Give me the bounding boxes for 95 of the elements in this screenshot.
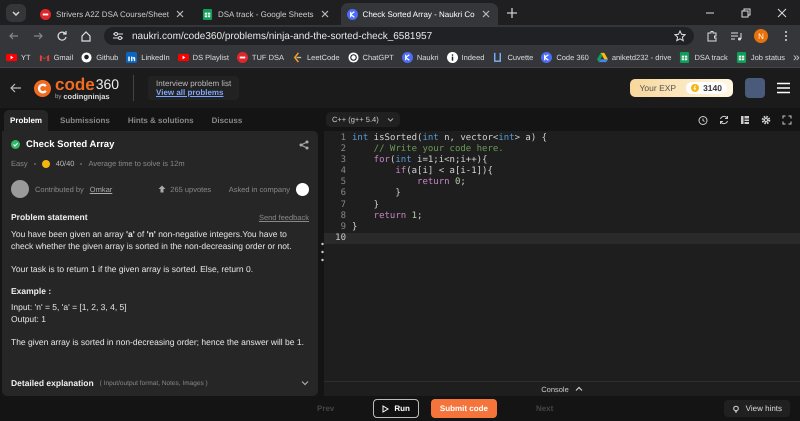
menu-icon[interactable] [777,82,790,94]
spreadsheet-icon [736,52,747,62]
refresh-icon[interactable] [719,114,729,124]
back-arrow-icon[interactable] [10,82,22,94]
code-line: } [394,188,401,200]
example-explanation: The given array is sorted in non-decreasing order; hence the answer will be 1. [11,336,305,348]
line-number: 7 [340,200,347,211]
reload-icon[interactable] [56,30,68,42]
upvote-arrow-icon [158,185,166,193]
play-icon [178,52,189,62]
statement-heading: Problem statement [11,212,88,222]
logo-icon [34,80,51,96]
browser-tab[interactable]: DSA track - Google Sheets [196,3,337,25]
new-tab-icon[interactable] [506,6,518,18]
run-button[interactable]: Run [373,399,419,418]
line-number: 10 [334,232,347,244]
line-number: 3 [340,155,347,166]
problem-tab[interactable]: Problem [4,110,48,131]
code-line: if(a[i] < a[i-1]){ [394,166,493,177]
problem-tab[interactable]: Submissions [54,110,116,131]
example-line: Output: 1 [11,313,47,325]
browser-tab[interactable]: Strivers A2Z DSA Course/Sheet [34,3,192,25]
code-line: } [372,200,380,211]
tab-search-button[interactable] [6,4,26,22]
brand-number: 360 [96,77,120,92]
lightbulb-icon [732,404,740,412]
badge-icon [236,52,248,62]
brand-name: code [55,76,95,93]
statement-paragraph: You have been given an array 'a' of 'n' non-negative integers.You have to check whether the given array is sorted in the non-decreasing order or not. [11,228,293,252]
example-line: Input: 'n' = 5, 'a' = [1, 2, 3, 4, 5] [11,301,128,313]
puzzle-icon[interactable] [706,30,718,42]
chevron-up-icon [574,385,583,393]
triangle-icon [596,52,608,62]
play-icon [6,52,17,62]
view-all-link[interactable]: View all problems [156,88,224,97]
line-number: 5 [340,177,347,188]
problem-tab[interactable]: Discuss [206,110,248,131]
forward-arrow-icon[interactable] [32,30,44,42]
coin-icon [42,160,50,168]
spreadsheet-icon [679,52,690,62]
play-icon [382,404,390,412]
code-line: for(int i=1;i<n;i++){ [372,155,488,166]
company-logo [296,182,309,196]
share-icon[interactable] [299,140,309,150]
timer-icon[interactable] [698,114,708,124]
code-line: // Write your code here. [372,144,504,155]
badge-icon [40,8,51,20]
k-logo-icon [346,8,358,20]
info-icon [446,52,458,62]
resize-handle[interactable] [320,241,324,263]
media-icon[interactable] [730,30,742,42]
line-number: 8 [340,210,347,222]
browser-tab[interactable]: Check Sorted Array - Naukri Co [340,3,498,25]
avatar-placeholder [11,180,29,198]
home-icon[interactable] [80,30,92,42]
avatar-placeholder[interactable] [745,78,765,98]
code-line: int isSorted(int n, vector<int> a) { [352,133,548,144]
restore-icon[interactable] [740,6,752,18]
code-line: return 0; [416,177,466,188]
problem-tab[interactable]: Hints & solutions [122,110,200,131]
detailed-explanation-heading: Detailed explanation [11,378,94,388]
close-icon[interactable] [318,8,331,20]
k-logo-icon [402,52,413,62]
fullscreen-icon[interactable] [782,114,792,124]
line-number: 6 [340,188,347,200]
chevron-down-icon [386,116,394,123]
close-icon[interactable] [174,8,186,20]
linkedin-icon [126,52,138,62]
problem-list-title: Interview problem list [156,79,232,88]
problem-title: Check Sorted Array [26,139,114,150]
example-heading: Example : [11,286,52,296]
coin-icon [691,84,700,92]
chevron-down-icon[interactable] [301,379,309,387]
settings-icon[interactable] [761,114,771,124]
code-line: return 1; [372,210,422,222]
view-hints-button[interactable]: View hints [724,400,790,417]
star-icon[interactable] [674,30,686,42]
code-line: } [352,222,358,233]
close-icon[interactable] [480,8,492,20]
close-icon[interactable] [776,6,788,18]
layout-icon[interactable] [740,114,750,124]
line-number: 2 [340,144,347,155]
code-editor[interactable]: 1 int isSorted(int n, vector<int> a) { 2 // Write your code here. 3 for(int i=1;i<n;i++){ 4 if(a[i] < a[i-1]){ 5 return 0; 6 } 7 } 8 return 1; 9 } 10 [324,131,800,381]
exp-value: 3140 [686,82,727,94]
exp-label: Your EXP [640,83,676,93]
spreadsheet-icon [202,8,213,20]
statement-paragraph: Your task is to return 1 if the given array is sorted. Else, return 0. [11,263,254,275]
bracket-icon [292,52,304,62]
line-number: 1 [340,133,347,144]
address-bar[interactable]: naukri.com/code360/problems/ninja-and-the-sorted-check_6581957 [104,27,694,45]
sliders-icon [112,30,124,42]
more-bookmarks-button[interactable]: » [793,50,800,64]
k-logo-icon [541,52,552,62]
line-number: 9 [340,222,347,233]
line-number: 4 [340,166,347,178]
